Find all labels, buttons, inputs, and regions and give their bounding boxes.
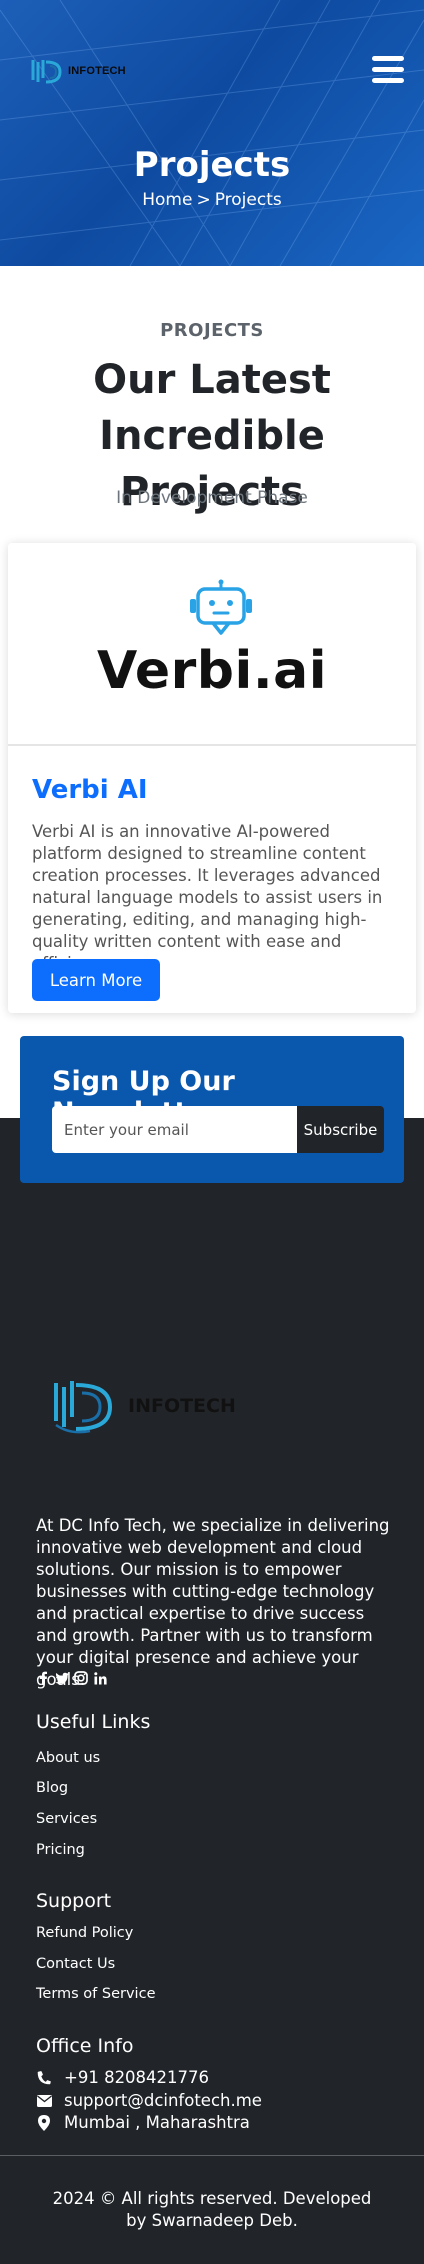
office-phone[interactable]: +91 8208421776 (36, 2068, 209, 2087)
social-links (36, 1671, 107, 1685)
footer-link-services[interactable]: Services (36, 1811, 97, 1827)
footer-link-about[interactable]: About us (36, 1750, 100, 1766)
office-email-text: support@dcinfotech.me (64, 2091, 262, 2110)
envelope-icon (36, 2093, 52, 2109)
breadcrumb-current: Projects (214, 190, 282, 210)
footer-link-contact[interactable]: Contact Us (36, 1956, 115, 1972)
footer-divider (0, 2155, 424, 2156)
subscribe-button[interactable]: Subscribe (297, 1106, 384, 1153)
support-heading: Support (36, 1890, 112, 1912)
footer-link-refund[interactable]: Refund Policy (36, 1925, 133, 1941)
footer-link-terms[interactable]: Terms of Service (36, 1986, 155, 2002)
page-title: Projects (133, 145, 291, 185)
footer-about-text: At DC Info Tech, we specialize in delive… (36, 1516, 390, 1689)
site-logo[interactable]: INFOTECH (30, 56, 126, 86)
project-description: Verbi AI is an innovative AI-powered pla… (32, 822, 383, 973)
twitter-icon[interactable] (55, 1671, 69, 1685)
section-eyebrow: PROJECTS (160, 320, 264, 341)
office-info-heading: Office Info (36, 2035, 134, 2057)
project-card: Verbi.ai Verbi AI Verbi AI is an innovat… (8, 543, 416, 1013)
office-phone-text: +91 8208421776 (64, 2068, 210, 2087)
instagram-icon[interactable] (74, 1671, 88, 1685)
office-email[interactable]: support@dcinfotech.me (36, 2091, 262, 2110)
copyright-text: 2024 © All rights reserved. Developed by… (52, 2189, 372, 2230)
newsletter-box: Sign Up Our Newsletter Subscribe (20, 1036, 404, 1183)
footer-link-pricing[interactable]: Pricing (36, 1842, 85, 1858)
office-location-text: Mumbai , Maharashtra (64, 2113, 250, 2132)
breadcrumb: Home > Projects (0, 190, 424, 210)
email-input[interactable] (52, 1106, 297, 1153)
menu-toggle-icon[interactable] (372, 56, 404, 86)
robot-chat-icon (190, 579, 252, 635)
footer-logo-mark-icon (54, 1381, 113, 1434)
section-subline: In Development Phase (116, 488, 308, 508)
breadcrumb-home[interactable]: Home (142, 190, 192, 210)
logo-text: INFOTECH (68, 65, 126, 77)
logo-mark-icon (31, 60, 62, 84)
building-background (0, 0, 424, 266)
facebook-icon[interactable] (36, 1671, 50, 1685)
footer-logo-text: INFOTECH (128, 1395, 236, 1417)
map-pin-icon (36, 2114, 52, 2131)
office-location: Mumbai , Maharashtra (36, 2113, 250, 2132)
hero-banner: INFOTECH Projects Home > Projects (0, 0, 424, 266)
project-brand-wordmark: Verbi.ai (96, 641, 328, 701)
project-title: Verbi AI (32, 775, 148, 805)
linkedin-icon[interactable] (93, 1671, 107, 1685)
useful-links-heading: Useful Links (36, 1711, 151, 1733)
breadcrumb-separator: > (196, 190, 211, 210)
footer-logo[interactable]: INFOTECH (50, 1373, 236, 1442)
footer-link-blog[interactable]: Blog (36, 1780, 68, 1796)
project-image: Verbi.ai (8, 543, 416, 746)
phone-icon (36, 2070, 52, 2086)
learn-more-button[interactable]: Learn More (32, 959, 160, 1001)
